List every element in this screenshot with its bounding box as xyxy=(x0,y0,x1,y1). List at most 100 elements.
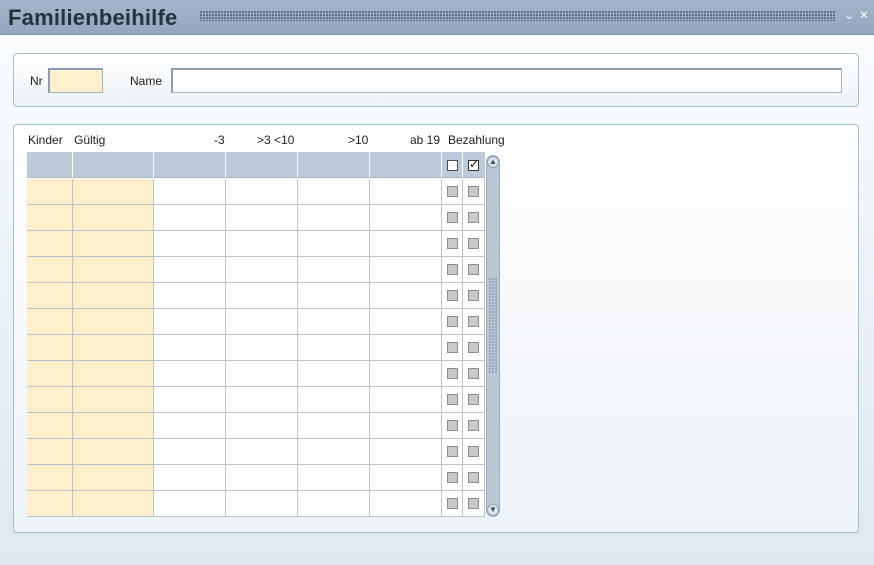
bezahlung-checkbox-1[interactable] xyxy=(447,342,458,353)
bezahlung-checkbox-2[interactable] xyxy=(468,420,479,431)
bezahlung-checkbox-1[interactable] xyxy=(447,472,458,483)
under-3-cell[interactable] xyxy=(154,491,226,517)
bezahlung-checkbox-2[interactable] xyxy=(468,446,479,457)
select-all-checkbox-1[interactable] xyxy=(447,160,458,171)
kinder-cell[interactable] xyxy=(27,413,73,439)
ab-19-cell[interactable] xyxy=(370,361,442,387)
gueltig-cell[interactable] xyxy=(73,387,154,413)
kinder-cell[interactable] xyxy=(27,231,73,257)
under-3-cell[interactable] xyxy=(154,231,226,257)
bezahlung-checkbox-2[interactable] xyxy=(468,316,479,327)
kinder-cell[interactable] xyxy=(27,335,73,361)
over-10-cell[interactable] xyxy=(298,491,370,517)
select-all-checkbox-2[interactable] xyxy=(468,157,479,171)
3-to-10-cell[interactable] xyxy=(226,387,298,413)
gueltig-cell[interactable] xyxy=(73,205,154,231)
bezahlung-checkbox-1[interactable] xyxy=(447,186,458,197)
ab-19-cell[interactable] xyxy=(370,439,442,465)
scroll-up-icon[interactable]: ▲ xyxy=(487,156,499,168)
under-3-cell[interactable] xyxy=(154,413,226,439)
bezahlung-checkbox-1[interactable] xyxy=(447,290,458,301)
bezahlung-checkbox-2[interactable] xyxy=(468,264,479,275)
over-10-cell[interactable] xyxy=(298,465,370,491)
kinder-cell[interactable] xyxy=(27,491,73,517)
kinder-cell[interactable] xyxy=(27,179,73,205)
gueltig-cell[interactable] xyxy=(73,179,154,205)
over-10-cell[interactable] xyxy=(298,413,370,439)
over-10-cell[interactable] xyxy=(298,205,370,231)
titlebar-drag-grip[interactable] xyxy=(200,11,836,21)
ab-19-cell[interactable] xyxy=(370,257,442,283)
over-10-cell[interactable] xyxy=(298,257,370,283)
3-to-10-cell[interactable] xyxy=(226,205,298,231)
under-3-cell[interactable] xyxy=(154,309,226,335)
3-to-10-cell[interactable] xyxy=(226,283,298,309)
3-to-10-cell[interactable] xyxy=(226,179,298,205)
under-3-cell[interactable] xyxy=(154,387,226,413)
over-10-cell[interactable] xyxy=(298,361,370,387)
bezahlung-checkbox-1[interactable] xyxy=(447,446,458,457)
3-to-10-cell[interactable] xyxy=(226,439,298,465)
grid-vertical-scrollbar[interactable]: ▲ ▼ xyxy=(486,155,500,517)
kinder-cell[interactable] xyxy=(27,257,73,283)
kinder-cell[interactable] xyxy=(27,361,73,387)
kinder-cell[interactable] xyxy=(27,439,73,465)
bezahlung-checkbox-1[interactable] xyxy=(447,316,458,327)
bezahlung-checkbox-1[interactable] xyxy=(447,498,458,509)
under-3-cell[interactable] xyxy=(154,361,226,387)
gueltig-cell[interactable] xyxy=(73,309,154,335)
gueltig-cell[interactable] xyxy=(73,361,154,387)
bezahlung-checkbox-2[interactable] xyxy=(468,212,479,223)
ab-19-cell[interactable] xyxy=(370,335,442,361)
bezahlung-checkbox-2[interactable] xyxy=(468,238,479,249)
bezahlung-checkbox-1[interactable] xyxy=(447,264,458,275)
3-to-10-cell[interactable] xyxy=(226,491,298,517)
ab-19-cell[interactable] xyxy=(370,465,442,491)
ab-19-cell[interactable] xyxy=(370,179,442,205)
gueltig-cell[interactable] xyxy=(73,283,154,309)
name-input[interactable] xyxy=(171,68,842,93)
bezahlung-checkbox-2[interactable] xyxy=(468,368,479,379)
bezahlung-checkbox-1[interactable] xyxy=(447,212,458,223)
gueltig-cell[interactable] xyxy=(73,231,154,257)
3-to-10-cell[interactable] xyxy=(226,335,298,361)
bezahlung-checkbox-2[interactable] xyxy=(468,394,479,405)
close-icon[interactable]: ✕ xyxy=(858,8,870,22)
gueltig-cell[interactable] xyxy=(73,335,154,361)
under-3-cell[interactable] xyxy=(154,179,226,205)
minimize-icon[interactable]: ⌄ xyxy=(843,8,855,22)
bezahlung-checkbox-1[interactable] xyxy=(447,394,458,405)
over-10-cell[interactable] xyxy=(298,335,370,361)
over-10-cell[interactable] xyxy=(298,231,370,257)
over-10-cell[interactable] xyxy=(298,439,370,465)
under-3-cell[interactable] xyxy=(154,257,226,283)
kinder-cell[interactable] xyxy=(27,283,73,309)
ab-19-cell[interactable] xyxy=(370,283,442,309)
under-3-cell[interactable] xyxy=(154,335,226,361)
scroll-down-icon[interactable]: ▼ xyxy=(487,504,499,516)
under-3-cell[interactable] xyxy=(154,283,226,309)
bezahlung-checkbox-1[interactable] xyxy=(447,238,458,249)
window-titlebar[interactable]: Familienbeihilfe ⌄ ✕ xyxy=(0,0,874,35)
bezahlung-checkbox-2[interactable] xyxy=(468,290,479,301)
gueltig-cell[interactable] xyxy=(73,439,154,465)
kinder-cell[interactable] xyxy=(27,309,73,335)
bezahlung-checkbox-2[interactable] xyxy=(468,186,479,197)
under-3-cell[interactable] xyxy=(154,205,226,231)
bezahlung-checkbox-1[interactable] xyxy=(447,420,458,431)
ab-19-cell[interactable] xyxy=(370,491,442,517)
scroll-thumb-grip[interactable] xyxy=(489,278,497,374)
bezahlung-checkbox-1[interactable] xyxy=(447,368,458,379)
under-3-cell[interactable] xyxy=(154,439,226,465)
over-10-cell[interactable] xyxy=(298,283,370,309)
ab-19-cell[interactable] xyxy=(370,309,442,335)
3-to-10-cell[interactable] xyxy=(226,309,298,335)
kinder-cell[interactable] xyxy=(27,205,73,231)
ab-19-cell[interactable] xyxy=(370,387,442,413)
kinder-cell[interactable] xyxy=(27,465,73,491)
3-to-10-cell[interactable] xyxy=(226,413,298,439)
gueltig-cell[interactable] xyxy=(73,491,154,517)
under-3-cell[interactable] xyxy=(154,465,226,491)
3-to-10-cell[interactable] xyxy=(226,257,298,283)
3-to-10-cell[interactable] xyxy=(226,465,298,491)
